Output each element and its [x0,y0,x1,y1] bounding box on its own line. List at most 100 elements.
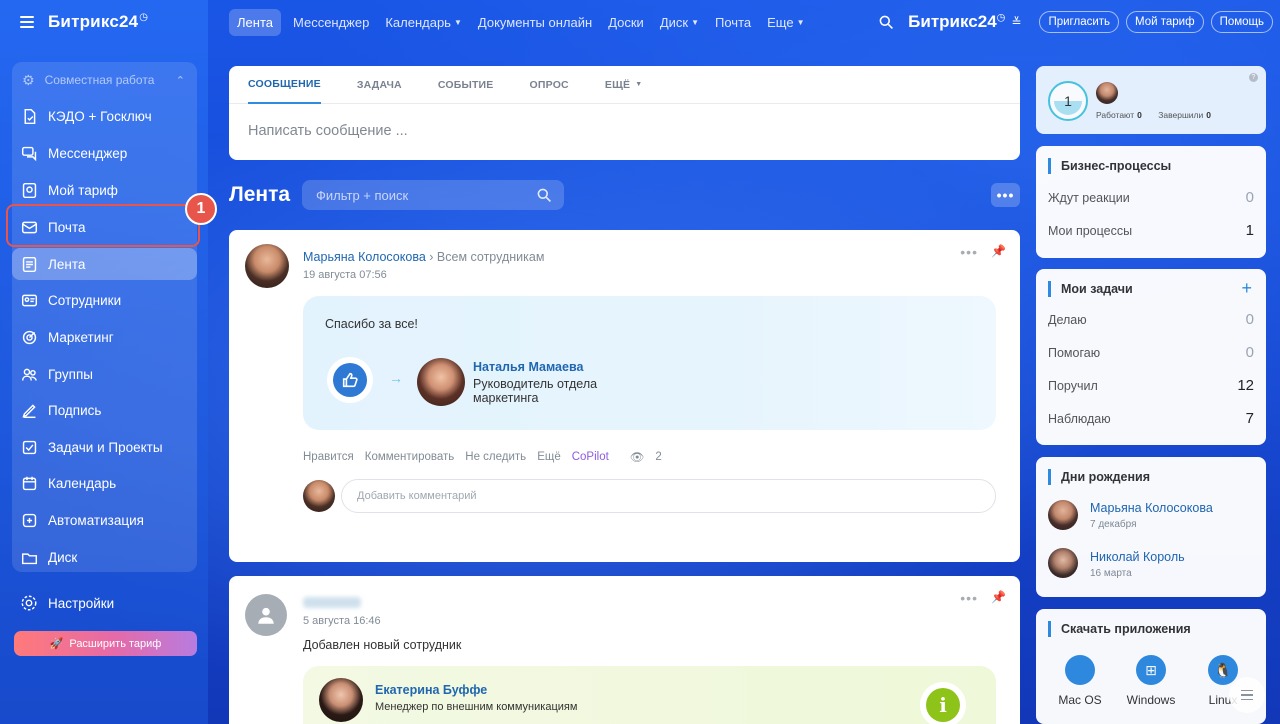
app-windows[interactable]: ⊞ Windows [1121,655,1181,707]
avatar[interactable] [417,358,465,406]
tariff-icon [20,181,38,199]
tab-boards[interactable]: Доски [608,15,644,30]
sidebar-item-disk[interactable]: Диск [12,541,197,573]
logo-row: Битрикс24◷ [0,0,208,44]
recipient-name[interactable]: Наталья Мамаева [473,360,583,374]
feed-post: Марьяна Колосокова › Всем сотрудникам 19… [229,230,1020,562]
widget-title[interactable]: Мои задачи [1048,281,1133,297]
timer-button[interactable]: 1 [1048,81,1088,121]
disk-icon [20,548,38,566]
brand-settings-icon[interactable]: ≚ [1011,15,1021,29]
arrow-right-icon: → [389,370,403,386]
post-date[interactable]: 5 августа 16:46 [303,615,381,627]
tab-event[interactable]: СОБЫТИЕ [438,66,494,104]
add-task-icon[interactable]: + [1241,278,1252,299]
tab-disk[interactable]: Диск ▼ [660,15,699,30]
chevron-down-icon: ▼ [453,17,462,27]
bp-row[interactable]: Ждут реакции 0 [1048,189,1254,206]
tab-poll[interactable]: ОПРОС [530,66,569,104]
list-icon[interactable] [1229,677,1265,713]
brand-logo[interactable]: Битрикс24◷ [908,12,1005,32]
avatar[interactable] [1096,82,1118,104]
sidebar-item-messenger[interactable]: Мессенджер [12,137,197,169]
more-link[interactable]: Ещё [537,451,561,463]
feed-more-button[interactable]: ••• [991,183,1020,207]
eye-icon: 👁 [629,452,645,464]
search-icon[interactable] [878,14,894,30]
gear-icon [21,595,37,611]
avatar[interactable] [1048,548,1078,578]
invite-button[interactable]: Пригласить [1039,11,1120,33]
pin-icon[interactable]: 📌 [991,590,1006,604]
comment-input[interactable]: Добавить комментарий [341,479,996,513]
tab-feed[interactable]: Лента [229,8,281,36]
tab-task[interactable]: ЗАДАЧА [357,66,402,104]
copilot-link[interactable]: CoPilot [572,451,609,463]
tasks-icon [20,438,38,456]
sidebar-item-groups[interactable]: Группы [12,358,197,390]
pin-icon[interactable]: 📌 [991,244,1006,258]
chevron-up-icon[interactable]: ⌃ [176,74,185,87]
post-audience[interactable]: Всем сотрудникам [437,250,545,264]
sidebar-item-employees[interactable]: Сотрудники [12,284,197,316]
sidebar-item-tariff[interactable]: Мой тариф [12,174,197,206]
tab-more[interactable]: ЕЩЁ ▼ [605,66,642,104]
message-input[interactable]: Написать сообщение ... [229,104,1020,139]
tab-calendar[interactable]: Календарь ▼ [385,15,462,30]
task-row[interactable]: Наблюдаю 7 [1048,410,1254,427]
app-macos[interactable]: Mac OS [1050,655,1110,707]
task-row[interactable]: Поручил 12 [1048,377,1254,394]
sidebar-item-feed[interactable]: Лента [12,248,197,280]
settings-link[interactable]: Настройки [20,594,114,612]
avatar[interactable] [1048,500,1078,530]
birthday-person-name[interactable]: Николай Король [1090,550,1185,564]
employee-name[interactable]: Екатерина Буффе [375,683,487,697]
tab-messenger[interactable]: Мессенджер [293,15,369,30]
widget-title[interactable]: Дни рождения [1048,469,1150,485]
sidebar-item-automation[interactable]: Автоматизация [12,504,197,536]
sidebar-item-marketing[interactable]: Маркетинг [12,321,197,353]
upgrade-tariff-button[interactable]: 🚀 Расширить тариф [14,631,197,656]
tab-more[interactable]: Еще ▼ [767,15,804,30]
unfollow-link[interactable]: Не следить [465,451,526,463]
menu-section-header[interactable]: ⚙ Совместная работа ⌃ [12,62,197,98]
avatar[interactable] [245,244,289,288]
comment-link[interactable]: Комментировать [365,451,455,463]
tab-label: ЕЩЁ [604,78,631,91]
windows-icon: ⊞ [1136,655,1166,685]
help-icon[interactable]: ? [1249,73,1258,82]
avatar[interactable] [245,594,287,636]
employee-role: Менеджер по внешним коммуникациям [375,701,578,713]
sidebar-item-calendar[interactable]: Календарь [12,467,197,499]
thumbs-up-badge [327,357,373,403]
task-row[interactable]: Помогаю 0 [1048,344,1254,361]
search-icon [537,188,551,202]
avatar[interactable] [319,678,363,722]
widget-title[interactable]: Бизнес-процессы [1048,158,1171,174]
post-menu-icon[interactable]: ••• [960,244,978,260]
post-menu-icon[interactable]: ••• [960,590,978,606]
user-icon [258,607,274,624]
sidebar-item-signature[interactable]: Подпись [12,394,197,426]
tab-mail[interactable]: Почта [715,15,751,30]
employees-icon [20,291,38,309]
app-logo[interactable]: Битрикс24◷ [48,12,148,32]
menu-burger-icon[interactable] [20,16,34,28]
my-tariff-button[interactable]: Мой тариф [1126,11,1204,33]
bp-row[interactable]: Мои процессы 1 [1048,222,1254,239]
birthday-person-name[interactable]: Марьяна Колосокова [1090,501,1213,515]
post-date[interactable]: 19 августа 07:56 [303,269,387,281]
upgrade-label: Расширить тариф [69,637,162,650]
like-link[interactable]: Нравится [303,451,354,463]
tab-message[interactable]: СООБЩЕНИЕ [248,66,321,104]
groups-icon [20,365,38,383]
sidebar-item-tasks[interactable]: Задачи и Проекты [12,431,197,463]
author-link[interactable]: Марьяна Колосокова [303,250,426,264]
views-count: 2 [655,451,662,463]
sidebar-item-kedo[interactable]: КЭДО + Госключ [12,100,197,132]
task-row[interactable]: Делаю 0 [1048,311,1254,328]
help-button[interactable]: Помощь [1210,11,1273,33]
filter-search-input[interactable]: Фильтр + поиск [302,180,564,210]
page-title: Лента [229,183,291,206]
tab-docs-online[interactable]: Документы онлайн [478,15,592,30]
